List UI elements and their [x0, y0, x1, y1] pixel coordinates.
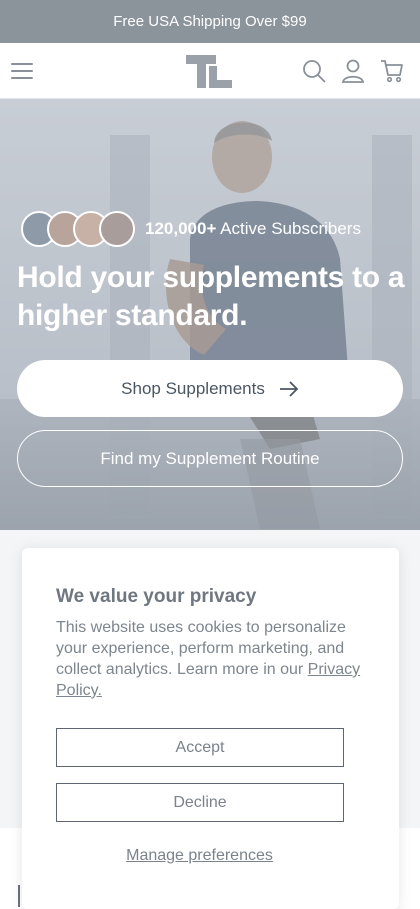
subscriber-label: Active Subscribers [216, 219, 361, 238]
consent-title: We value your privacy [56, 586, 257, 607]
announcement-bar: Free USA Shipping Over $99 [0, 0, 420, 43]
subscriber-count: 120,000+ [145, 219, 217, 238]
subscriber-badge: 120,000+ Active Subscribers [21, 210, 361, 248]
supplement-routine-button[interactable]: Find my Supplement Routine [17, 430, 403, 487]
decline-button[interactable]: Decline [56, 783, 344, 822]
consent-text: This website uses cookies to personalize… [56, 619, 346, 678]
arrow-right-icon [279, 380, 299, 397]
site-header [0, 43, 420, 99]
account-icon[interactable] [341, 59, 365, 83]
hero-title: Hold your supplements to a higher standa… [17, 261, 405, 332]
cookie-consent-dialog: We value your privacy This website uses … [22, 548, 399, 909]
shop-supplements-label: Shop Supplements [121, 378, 265, 398]
menu-icon[interactable] [11, 59, 33, 81]
accept-button[interactable]: Accept [56, 728, 344, 767]
subscriber-text: 120,000+ Active Subscribers [145, 219, 361, 239]
manage-preferences-link[interactable]: Manage preferences [22, 847, 377, 865]
cart-icon[interactable] [380, 59, 404, 83]
shop-supplements-button[interactable]: Shop Supplements [17, 360, 403, 417]
consent-body: This website uses cookies to personalize… [56, 617, 376, 701]
avatar [99, 211, 135, 247]
announcement-text: Free USA Shipping Over $99 [113, 13, 307, 30]
logo[interactable] [186, 55, 232, 88]
supplement-routine-label: Find my Supplement Routine [100, 448, 320, 468]
content-edge [18, 885, 20, 907]
search-icon[interactable] [302, 59, 326, 83]
